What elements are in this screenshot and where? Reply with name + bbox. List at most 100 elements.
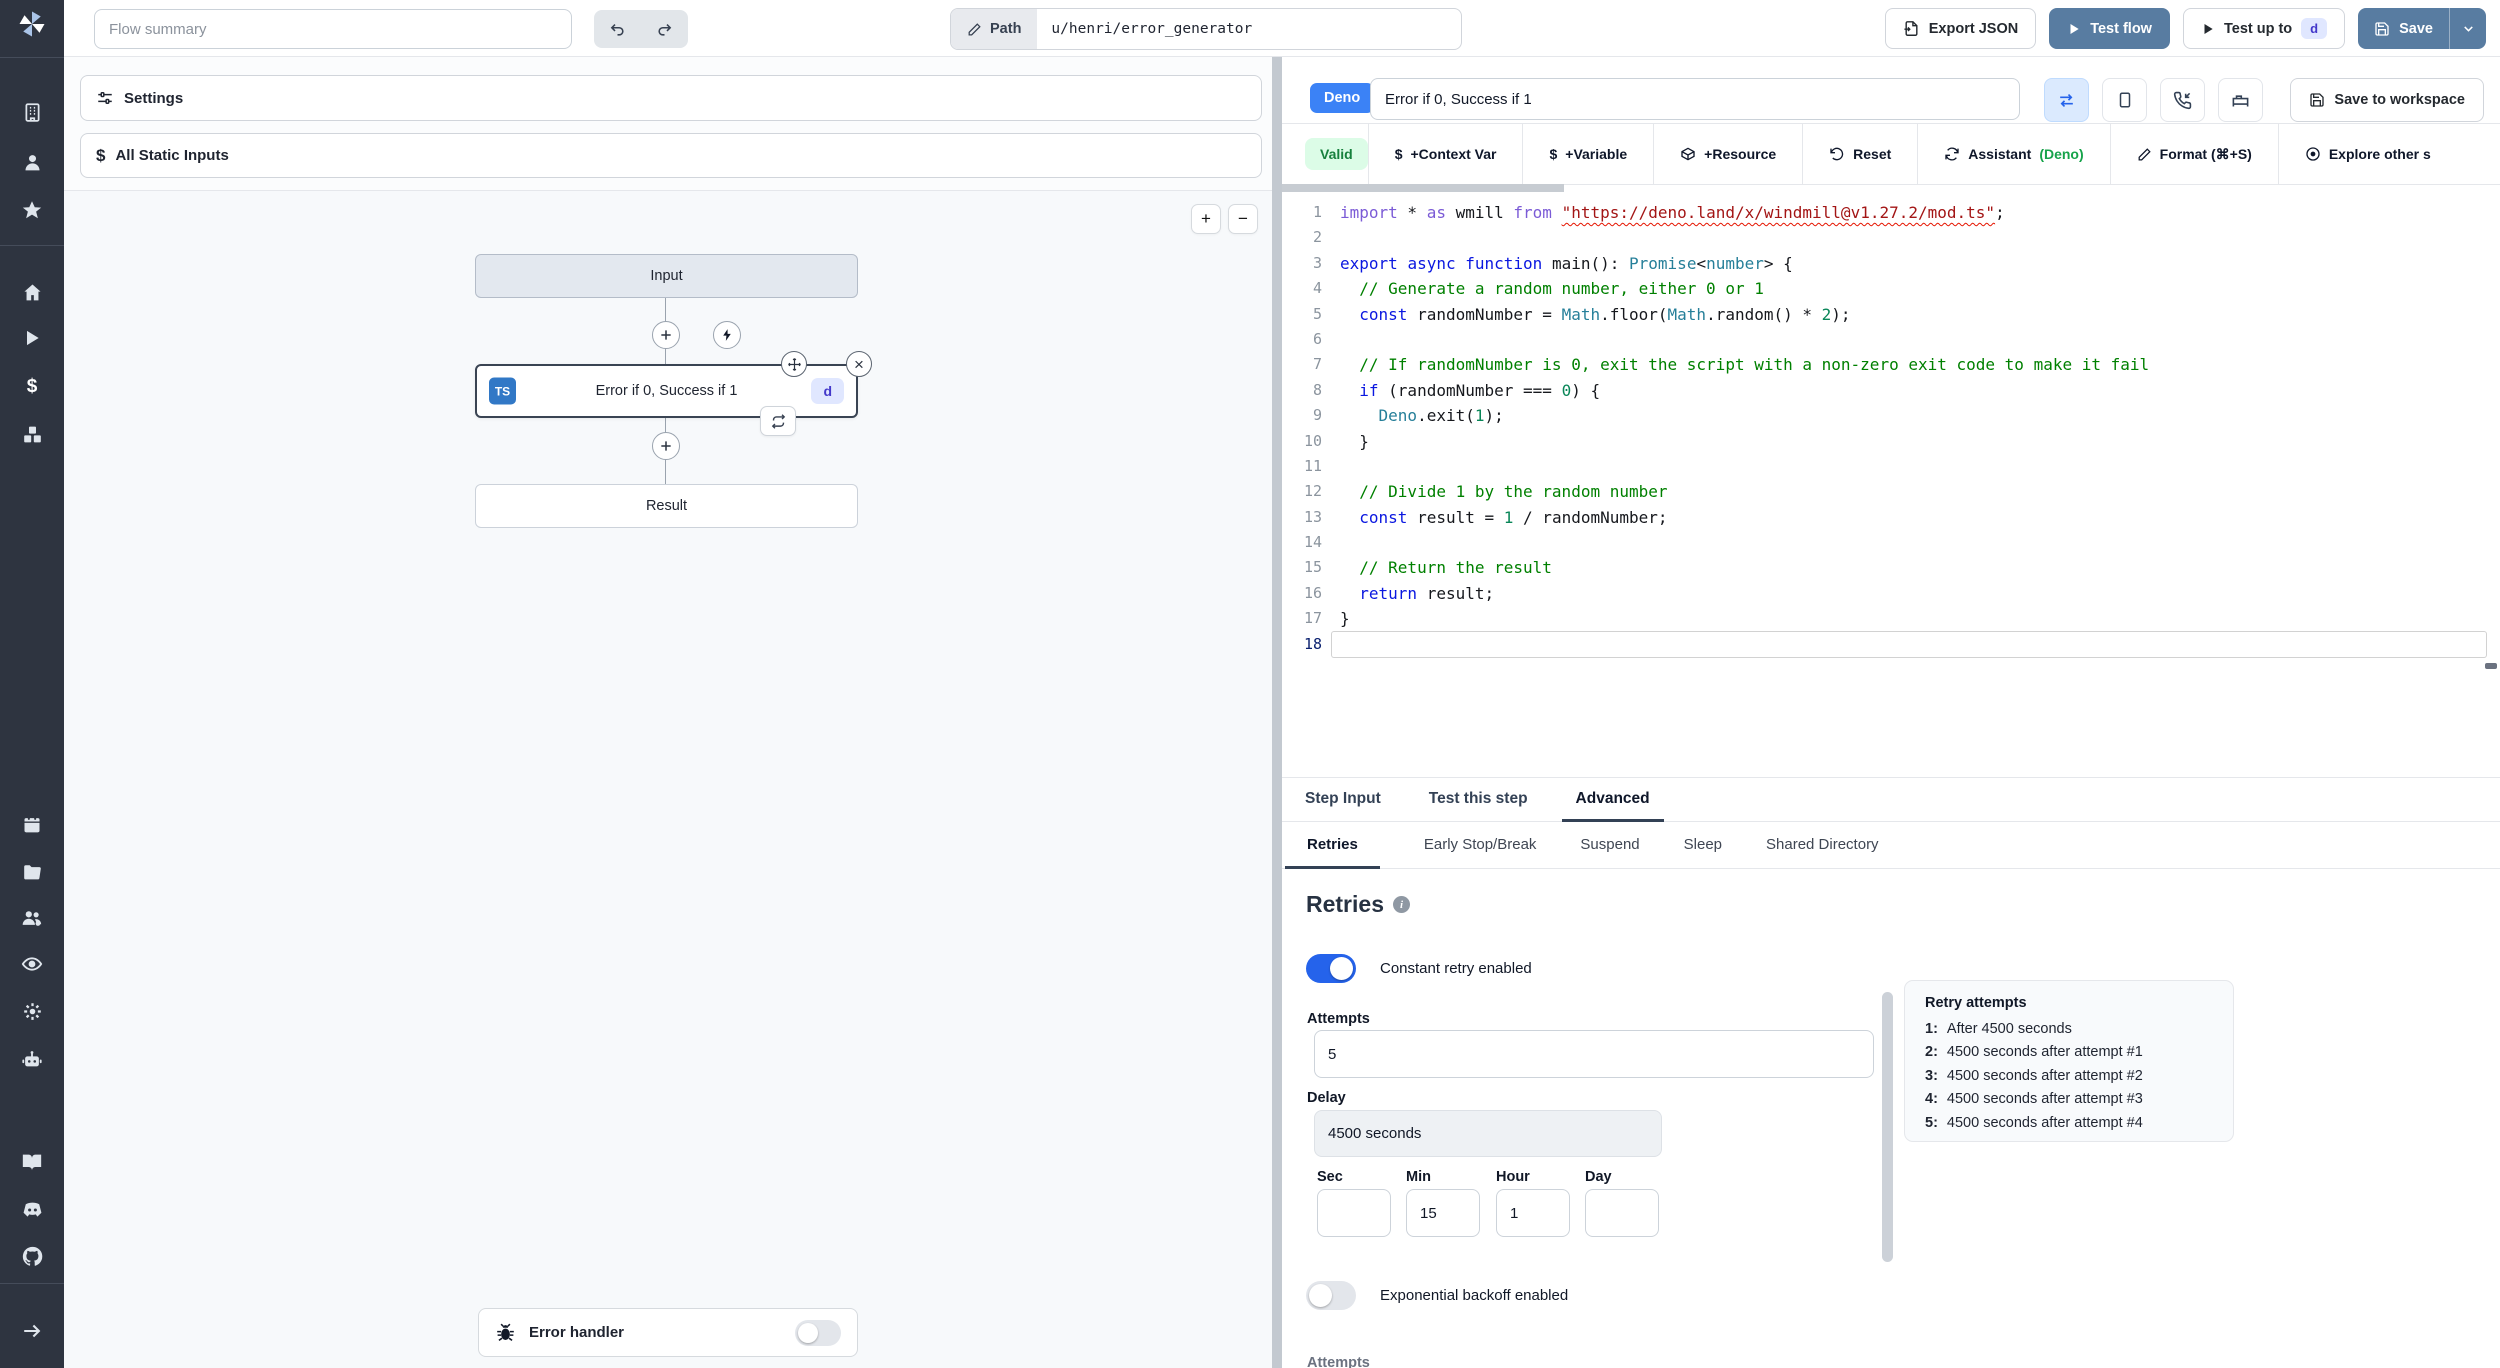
line-number: 5 bbox=[1312, 304, 1322, 323]
windmill-logo-icon[interactable] bbox=[0, 4, 64, 44]
sidebar-workers-icon[interactable] bbox=[0, 1040, 64, 1080]
code-line[interactable]: 5 const randomNumber = Math.floor(Math.r… bbox=[1282, 302, 2500, 327]
sidebar-audit-icon[interactable] bbox=[0, 944, 64, 984]
min-input[interactable] bbox=[1406, 1189, 1480, 1237]
input-node[interactable]: Input bbox=[475, 254, 858, 298]
save-dropdown-button[interactable] bbox=[2450, 8, 2486, 49]
add-step-button[interactable] bbox=[652, 321, 680, 349]
tab-step-input[interactable]: Step Input bbox=[1305, 778, 1381, 822]
code-line[interactable]: 8 if (randomNumber === 0) { bbox=[1282, 378, 2500, 403]
day-input[interactable] bbox=[1585, 1189, 1659, 1237]
exponential-backoff-toggle[interactable] bbox=[1306, 1281, 1356, 1310]
step-node[interactable]: TS Error if 0, Success if 1 d × bbox=[475, 351, 872, 436]
sidebar-home-icon[interactable] bbox=[0, 272, 64, 312]
tab-advanced[interactable]: Advanced bbox=[1561, 778, 1664, 822]
flow-summary-input[interactable] bbox=[94, 9, 572, 49]
sidebar-discord-icon[interactable] bbox=[0, 1189, 64, 1229]
phone-button[interactable] bbox=[2160, 78, 2205, 122]
code-line[interactable]: 10 } bbox=[1282, 429, 2500, 454]
plus-icon bbox=[661, 330, 671, 340]
code-line[interactable]: 6 bbox=[1282, 327, 2500, 352]
code-line[interactable]: 9 Deno.exit(1); bbox=[1282, 403, 2500, 428]
format-button[interactable]: Format (⌘+S) bbox=[2109, 124, 2278, 184]
subtab-early-stop[interactable]: Early Stop/Break bbox=[1424, 822, 1537, 869]
retry-indicator-badge[interactable] bbox=[760, 406, 796, 436]
add-step-button[interactable] bbox=[652, 432, 680, 460]
code-line[interactable]: 3 export async function main(): Promise<n… bbox=[1282, 251, 2500, 276]
sidebar-workspace-icon[interactable] bbox=[0, 92, 64, 132]
sidebar-github-icon[interactable] bbox=[0, 1236, 64, 1276]
sidebar-variables-icon[interactable]: $ bbox=[0, 367, 64, 407]
delay-input[interactable] bbox=[1314, 1110, 1662, 1157]
assistant-button[interactable]: Assistant (Deno) bbox=[1917, 124, 2109, 184]
flow-settings-bar[interactable]: Settings bbox=[80, 75, 1262, 121]
scrollbar-thumb[interactable] bbox=[1882, 992, 1893, 1262]
add-context-var-button[interactable]: $ +Context Var bbox=[1367, 124, 1523, 184]
sync-button[interactable] bbox=[2044, 78, 2089, 122]
move-step-handle[interactable] bbox=[781, 351, 807, 377]
window-button[interactable] bbox=[2102, 78, 2147, 122]
test-up-to-button[interactable]: Test up to d bbox=[2182, 8, 2346, 49]
code-line[interactable]: 15 // Return the result bbox=[1282, 555, 2500, 580]
subtab-retries[interactable]: Retries bbox=[1285, 822, 1380, 869]
code-line[interactable]: 1 import * as wmill from "https://deno.la… bbox=[1282, 200, 2500, 225]
code-line[interactable]: 17} bbox=[1282, 606, 2500, 631]
sidebar-schedules-icon[interactable] bbox=[0, 804, 64, 844]
result-node[interactable]: Result bbox=[475, 484, 858, 528]
line-number: 8 bbox=[1312, 380, 1322, 399]
code-editor[interactable]: 1 import * as wmill from "https://deno.la… bbox=[1282, 184, 2500, 777]
attempts-input[interactable] bbox=[1314, 1030, 1874, 1078]
trigger-bolt-button[interactable] bbox=[713, 321, 741, 349]
path-field[interactable]: Path u/henri/error_generator bbox=[950, 8, 1462, 50]
sidebar-folders-icon[interactable] bbox=[0, 852, 64, 892]
hour-input[interactable] bbox=[1496, 1189, 1570, 1237]
export-json-button[interactable]: Export JSON bbox=[1884, 8, 2037, 49]
subtab-suspend[interactable]: Suspend bbox=[1580, 822, 1639, 869]
sidebar-docs-icon[interactable] bbox=[0, 1142, 64, 1182]
redo-button[interactable] bbox=[641, 10, 688, 48]
sidebar-favorites-icon[interactable] bbox=[0, 190, 64, 230]
tab-test-this-step[interactable]: Test this step bbox=[1429, 778, 1528, 822]
path-value[interactable]: u/henri/error_generator bbox=[1037, 9, 1266, 49]
code-line[interactable]: 7 // If randomNumber is 0, exit the scri… bbox=[1282, 352, 2500, 377]
constant-retry-toggle[interactable] bbox=[1306, 954, 1356, 983]
step-name-input[interactable] bbox=[1370, 78, 2020, 120]
info-icon[interactable]: i bbox=[1392, 896, 1410, 913]
delete-step-button[interactable]: × bbox=[846, 351, 872, 377]
code-line[interactable]: 18 bbox=[1282, 632, 2500, 657]
sidebar-resources-icon[interactable] bbox=[0, 414, 64, 454]
code-line[interactable]: 13 const result = 1 / randomNumber; bbox=[1282, 505, 2500, 530]
sidebar-settings-gear-icon[interactable] bbox=[0, 991, 64, 1031]
sec-input[interactable] bbox=[1317, 1189, 1391, 1237]
sidebar-expand-icon[interactable] bbox=[0, 1311, 64, 1351]
error-handler-toggle[interactable] bbox=[795, 1319, 841, 1346]
subtab-sleep[interactable]: Sleep bbox=[1684, 822, 1722, 869]
subtab-shared-directory[interactable]: Shared Directory bbox=[1766, 822, 1879, 869]
code-line[interactable]: 2 bbox=[1282, 225, 2500, 250]
code-line[interactable]: 12 // Divide 1 by the random number bbox=[1282, 479, 2500, 504]
add-resource-button[interactable]: +Resource bbox=[1653, 124, 1802, 184]
bed-button[interactable] bbox=[2218, 78, 2263, 122]
undo-button[interactable] bbox=[594, 10, 641, 48]
sidebar-user-icon[interactable] bbox=[0, 142, 64, 182]
explore-scripts-button[interactable]: Explore other s bbox=[2277, 124, 2457, 184]
test-flow-button[interactable]: Test flow bbox=[2049, 8, 2170, 49]
save-button[interactable]: Save bbox=[2358, 8, 2450, 49]
code-line[interactable]: 14 bbox=[1282, 530, 2500, 555]
zoom-out-button[interactable]: − bbox=[1228, 204, 1258, 234]
zoom-in-button[interactable]: + bbox=[1191, 204, 1221, 234]
sidebar-groups-icon[interactable] bbox=[0, 898, 64, 938]
flow-graph-canvas[interactable]: + − Input TS Error if 0, Success if 1 d … bbox=[64, 190, 1272, 1368]
save-to-workspace-button[interactable]: Save to workspace bbox=[2290, 78, 2484, 122]
panel-splitter[interactable] bbox=[1272, 57, 1282, 1368]
sidebar-runs-icon[interactable] bbox=[0, 318, 64, 358]
editor-scroll-decoration bbox=[1282, 184, 1564, 192]
code-line[interactable]: 11 bbox=[1282, 454, 2500, 479]
attempts-label-clipped: Attempts bbox=[1307, 1355, 1370, 1368]
code-line[interactable]: 4 // Generate a random number, either 0 … bbox=[1282, 276, 2500, 301]
all-static-inputs-bar[interactable]: $ All Static Inputs bbox=[80, 133, 1262, 178]
reset-button[interactable]: Reset bbox=[1802, 124, 1917, 184]
code-text: // Return the result bbox=[1340, 558, 1552, 578]
add-variable-button[interactable]: $ +Variable bbox=[1522, 124, 1653, 184]
code-line[interactable]: 16 return result; bbox=[1282, 581, 2500, 606]
